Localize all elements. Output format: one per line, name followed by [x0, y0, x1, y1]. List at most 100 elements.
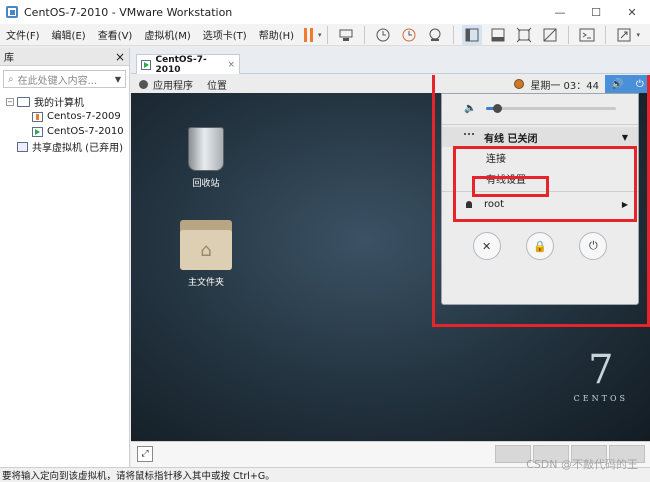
volume-knob[interactable] — [492, 103, 502, 113]
desktop-home-folder[interactable]: ⌂ 主文件夹 — [166, 220, 246, 288]
send-ctrl-alt-del-icon[interactable] — [336, 25, 356, 45]
chevron-right-icon: ▶ — [621, 200, 628, 209]
watermark: CSDN @不敲代码的王 — [526, 458, 638, 471]
minimize-button[interactable]: — — [542, 0, 578, 24]
vm-icon — [32, 111, 43, 122]
menu-help[interactable]: 帮助(H) — [253, 27, 300, 42]
trash-label: 回收站 — [192, 179, 220, 189]
menu-edit[interactable]: 编辑(E) — [46, 27, 92, 42]
network-title: 有线 已关闭 — [484, 133, 538, 145]
home-label: 主文件夹 — [187, 278, 224, 288]
gnome-foot-icon — [139, 79, 148, 89]
menu-tabs[interactable]: 选项卡(T) — [197, 27, 253, 42]
library-search-input[interactable]: ⌕ 在此处键入内容... ▼ — [3, 70, 126, 88]
snapshot-icon[interactable] — [373, 25, 393, 45]
tree-item-shared-vms[interactable]: 共享虚拟机 (已弃用) — [6, 139, 129, 154]
toolbar-separator — [326, 25, 328, 44]
lock-button[interactable]: 🔒 — [525, 232, 554, 260]
library-panel: 库 × ⌕ 在此处键入内容... ▼ − 我的计算机 Centos-7-2009… — [0, 48, 130, 468]
volume-slider[interactable] — [486, 103, 617, 113]
folder-home-icon: ⌂ — [180, 220, 232, 270]
toolbar-separator — [567, 25, 569, 44]
search-icon: ⌕ — [8, 73, 14, 85]
thumbnail-bar-icon[interactable] — [488, 25, 508, 45]
trash-icon — [188, 127, 224, 171]
unity-icon[interactable] — [540, 25, 560, 45]
user-row[interactable]: root ▶ — [442, 194, 638, 215]
divider — [498, 221, 582, 222]
computer-icon — [17, 96, 30, 107]
console-icon[interactable] — [577, 25, 597, 45]
close-button[interactable]: ✕ — [614, 0, 650, 24]
toolbar-separator — [452, 25, 454, 44]
volume-icon: 🔊 — [611, 78, 624, 90]
menu-view[interactable]: 查看(V) — [92, 27, 139, 42]
grab-input-icon[interactable]: ⤢ — [137, 446, 153, 462]
search-placeholder: 在此处键入内容... — [17, 75, 98, 87]
applications-label: 应用程序 — [153, 80, 193, 92]
tree-item-label: CentOS-7-2010 — [47, 126, 124, 137]
guest-display[interactable]: 应用程序 位置 星期一 03：44 🔊 ⏻ 回收站 ⌂ 主文件夹 7 CENTO… — [131, 75, 650, 441]
wired-network-row[interactable]: 有线 已关闭 ▼ — [442, 127, 638, 147]
power-off-button[interactable]: ⏻ — [579, 232, 608, 260]
clock[interactable]: 星期一 03：44 — [530, 77, 599, 92]
desktop-trash[interactable]: 回收站 — [166, 127, 246, 189]
gnome-top-bar: 应用程序 位置 星期一 03：44 🔊 ⏻ — [131, 75, 650, 93]
maximize-button[interactable]: ☐ — [578, 0, 614, 24]
pause-icon[interactable]: ▾ — [304, 27, 322, 42]
collapse-icon[interactable]: − — [6, 97, 14, 106]
logo-text: CENTOS — [573, 394, 628, 403]
system-menu-button[interactable]: 🔊 ⏻ — [605, 75, 650, 93]
shared-vm-icon — [17, 141, 28, 152]
tree-item-my-computer[interactable]: − 我的计算机 — [6, 94, 129, 109]
status-text: 要将输入定向到该虚拟机，请将鼠标指针移入其中或按 Ctrl+G。 — [2, 471, 275, 482]
running-vm-icon — [32, 126, 43, 137]
revert-snapshot-icon[interactable] — [399, 25, 419, 45]
wired-network-icon — [464, 133, 474, 141]
system-actions: ✕ 🔒 ⏻ — [442, 232, 638, 260]
library-title: 库 — [4, 53, 14, 64]
window-title: CentOS-7-2010 - VMware Workstation — [24, 5, 233, 19]
volume-row: 🔈 — [442, 94, 638, 122]
tab-vm-icon — [141, 59, 152, 70]
power-icon: ⏻ — [635, 78, 644, 90]
divider — [442, 124, 638, 125]
centos-logo: 7 CENTOS — [574, 350, 628, 403]
tree-item-centos-2010[interactable]: CentOS-7-2010 — [6, 124, 129, 139]
vmware-app-icon — [6, 6, 18, 18]
fullscreen-dropdown-icon[interactable]: ▾ — [637, 31, 641, 39]
tree-item-label: 共享虚拟机 (已弃用) — [32, 143, 123, 154]
toolbar-separator — [604, 25, 606, 44]
tab-centos-2010[interactable]: CentOS-7-2010 × — [136, 54, 240, 75]
tree-item-centos-2009[interactable]: Centos-7-2009 — [6, 109, 129, 124]
user-name: root — [484, 199, 505, 210]
menu-vm[interactable]: 虚拟机(M) — [138, 27, 196, 42]
speaker-icon: 🔈 — [464, 102, 477, 114]
logo-number: 7 — [588, 347, 614, 393]
library-header: 库 × — [0, 48, 129, 66]
tab-close-icon[interactable]: × — [227, 60, 235, 70]
library-view-icon[interactable] — [461, 24, 482, 45]
snapshot-manager-icon[interactable] — [425, 25, 445, 45]
menu-file[interactable]: 文件(F) — [0, 27, 46, 42]
window-titlebar: CentOS-7-2010 - VMware Workstation — ☐ ✕ — [0, 0, 650, 24]
fullscreen-icon[interactable] — [614, 25, 634, 45]
connect-item[interactable]: 连接 — [442, 147, 638, 168]
search-dropdown-icon[interactable]: ▼ — [115, 75, 121, 84]
vm-tab-strip: CentOS-7-2010 × — [131, 48, 650, 75]
notification-icon[interactable] — [514, 79, 525, 89]
applications-menu[interactable]: 应用程序 — [139, 77, 193, 92]
system-menu-popup: 🔈 有线 已关闭 ▼ 连接 有线设置 root ▶ ✕ 🔒 ⏻ — [441, 93, 639, 305]
tree-item-label: Centos-7-2009 — [47, 111, 121, 122]
fit-guest-icon[interactable] — [514, 25, 534, 45]
menu-toolbar: 文件(F) 编辑(E) 查看(V) 虚拟机(M) 选项卡(T) 帮助(H) ▾ … — [0, 24, 650, 46]
user-icon — [466, 201, 472, 208]
divider — [442, 191, 638, 192]
library-close-icon[interactable]: × — [115, 50, 125, 64]
tab-label: CentOS-7-2010 — [155, 54, 207, 75]
wired-settings-item[interactable]: 有线设置 — [442, 168, 638, 189]
settings-button[interactable]: ✕ — [472, 232, 501, 260]
places-menu[interactable]: 位置 — [207, 77, 227, 92]
tree-item-label: 我的计算机 — [34, 98, 84, 109]
chevron-down-icon: ▼ — [621, 132, 628, 142]
